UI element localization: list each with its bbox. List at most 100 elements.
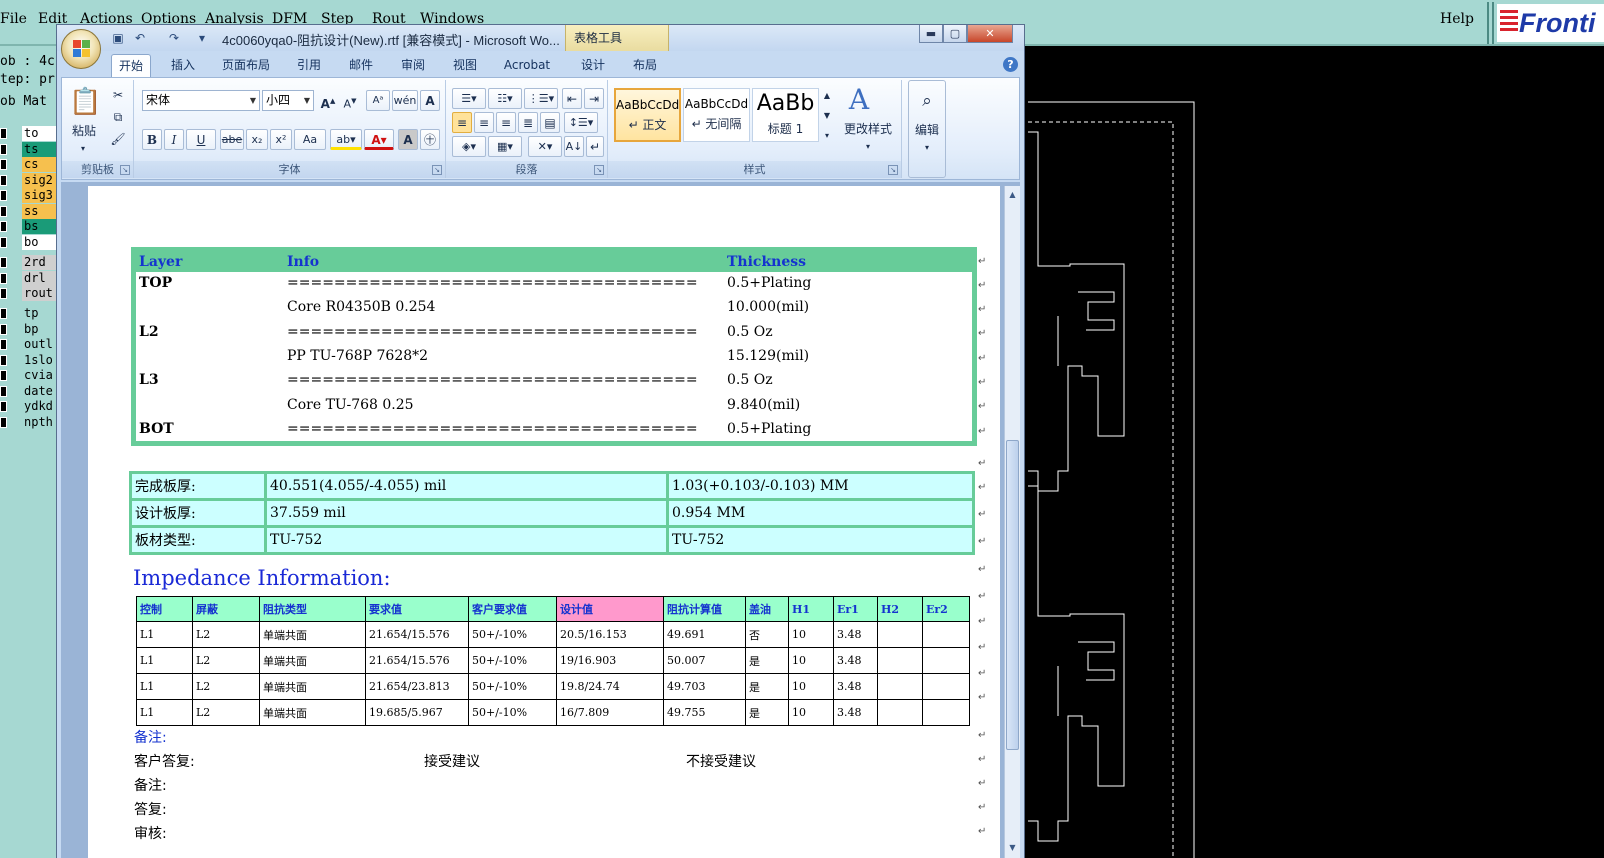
cad-menu-file[interactable]: File (0, 11, 27, 27)
strikethrough-button[interactable]: abe (220, 129, 244, 150)
layer-checkbox[interactable] (0, 273, 7, 284)
layer-checkbox[interactable] (0, 401, 7, 412)
layer-name[interactable]: ydkd (22, 399, 56, 414)
layer-name[interactable]: outl (22, 337, 56, 352)
layer-name[interactable]: bp (22, 322, 56, 337)
layer-name[interactable]: cs (22, 157, 56, 172)
layer-name[interactable]: 2rd (22, 255, 56, 270)
decrease-indent-icon[interactable]: ⇤ (562, 88, 582, 109)
subscript-button[interactable]: x₂ (246, 129, 268, 150)
layer-checkbox[interactable] (0, 339, 7, 350)
justify-icon[interactable]: ≣ (518, 112, 538, 133)
grow-font-icon[interactable]: A▲ (318, 90, 338, 111)
styles-scroll-down-icon[interactable]: ▼ (821, 106, 833, 124)
save-icon[interactable]: ▣ (109, 29, 127, 47)
layer-checkbox[interactable] (0, 190, 7, 201)
help-icon[interactable]: ? (1003, 57, 1018, 72)
superscript-button[interactable]: x² (270, 129, 292, 150)
layer-row[interactable]: npth (0, 415, 56, 430)
character-border-icon[interactable]: A (420, 90, 440, 111)
layer-name[interactable]: sig3 (22, 188, 56, 203)
phonetic-guide-icon[interactable]: wén (392, 90, 418, 111)
tab-mailings[interactable]: 邮件 (339, 54, 383, 77)
clear-format-icon[interactable]: Aᵃ (366, 90, 390, 111)
distributed-icon[interactable]: ▤ (540, 112, 560, 133)
layer-row[interactable]: outl (0, 337, 56, 352)
layer-row[interactable]: ts (0, 142, 56, 157)
close-button[interactable]: ✕ (967, 25, 1013, 43)
layer-checkbox[interactable] (0, 159, 7, 170)
dialog-launcher-icon[interactable]: ↘ (594, 165, 604, 175)
font-color-icon[interactable]: A▾ (364, 129, 394, 150)
layer-checkbox[interactable] (0, 144, 7, 155)
layer-row[interactable]: 1slo (0, 353, 56, 368)
layer-checkbox[interactable] (0, 308, 7, 319)
undo-icon[interactable]: ↶ (131, 29, 149, 47)
enclosed-character-icon[interactable]: ㊉ (420, 129, 440, 150)
styles-more-icon[interactable]: ▾ (821, 126, 833, 144)
styles-scroll-up-icon[interactable]: ▲ (821, 86, 833, 104)
layer-name[interactable]: tp (22, 306, 56, 321)
scroll-thumb[interactable] (1006, 440, 1019, 750)
layer-checkbox[interactable] (0, 417, 7, 428)
layer-checkbox[interactable] (0, 288, 7, 299)
tab-acrobat[interactable]: Acrobat (497, 54, 557, 77)
layer-name[interactable]: cvia (22, 368, 56, 383)
style-heading-1[interactable]: AaBb 标题 1 (752, 88, 819, 142)
multilevel-list-icon[interactable]: ⋮☰▾ (524, 88, 558, 109)
layer-row[interactable]: to (0, 126, 56, 141)
layer-row[interactable]: bo (0, 235, 56, 250)
style-no-spacing[interactable]: AaBbCcDd ↵ 无间隔 (683, 88, 750, 142)
vertical-scrollbar[interactable]: ▲ ▼ (1004, 186, 1020, 858)
layer-name[interactable]: bs (22, 219, 56, 234)
change-styles-icon[interactable]: A (844, 84, 874, 115)
layer-row[interactable]: cvia (0, 368, 56, 383)
layer-row[interactable]: sig3 (0, 188, 56, 203)
layer-checkbox[interactable] (0, 324, 7, 335)
show-marks-icon[interactable]: ↵ (586, 136, 604, 157)
layer-row[interactable]: tp (0, 306, 56, 321)
font-size-combo[interactable]: 小四 ▼ (262, 90, 314, 111)
tab-design[interactable]: 设计 (571, 54, 615, 77)
scroll-up-icon[interactable]: ▲ (1006, 188, 1019, 201)
layer-checkbox[interactable] (0, 386, 7, 397)
align-center-icon[interactable]: ≡ (474, 112, 494, 133)
accept-option[interactable]: 接受建议 (424, 751, 480, 771)
layer-checkbox[interactable] (0, 206, 7, 217)
layer-checkbox[interactable] (0, 237, 7, 248)
document-page[interactable]: Layer Info Thickness TOP ================… (88, 186, 1000, 858)
font-name-combo[interactable]: 宋体 ▼ (142, 90, 260, 111)
bullets-icon[interactable]: ☰▾ (452, 88, 486, 109)
reject-option[interactable]: 不接受建议 (686, 751, 756, 771)
layer-row[interactable]: bp (0, 322, 56, 337)
highlight-icon[interactable]: ab▾ (330, 129, 362, 150)
layer-name[interactable]: ss (22, 204, 56, 219)
layer-checkbox[interactable] (0, 221, 7, 232)
layer-checkbox[interactable] (0, 355, 7, 366)
line-spacing-icon[interactable]: ↕☰▾ (564, 112, 598, 133)
cad-canvas[interactable] (1028, 46, 1604, 858)
redo-icon[interactable]: ↷ (165, 29, 183, 47)
scroll-down-icon[interactable]: ▼ (1006, 841, 1019, 854)
layer-row[interactable]: rout (0, 286, 56, 301)
layer-name[interactable]: sig2 (22, 173, 56, 188)
layer-checkbox[interactable] (0, 370, 7, 381)
tab-page-layout[interactable]: 页面布局 (215, 54, 277, 77)
tab-review[interactable]: 审阅 (391, 54, 435, 77)
cad-menu-help[interactable]: Help (1440, 11, 1474, 27)
layer-row[interactable]: drl (0, 271, 56, 286)
layer-checkbox[interactable] (0, 257, 7, 268)
layer-name[interactable]: 1slo (22, 353, 56, 368)
layer-row[interactable]: 2rd (0, 255, 56, 270)
layer-row[interactable]: sig2 (0, 173, 56, 188)
chevron-down-icon[interactable]: ▾ (921, 137, 933, 158)
layer-checkbox[interactable] (0, 128, 7, 139)
layer-name[interactable]: date (22, 384, 56, 399)
chevron-down-icon[interactable]: ▾ (862, 136, 874, 157)
shrink-font-icon[interactable]: A▼ (340, 90, 360, 111)
shading-icon[interactable]: ◈▾ (452, 136, 486, 157)
borders-icon[interactable]: ▦▾ (488, 136, 522, 157)
layer-name[interactable]: drl (22, 271, 56, 286)
dialog-launcher-icon[interactable]: ↘ (120, 165, 130, 175)
character-shading-icon[interactable]: A (398, 129, 418, 150)
